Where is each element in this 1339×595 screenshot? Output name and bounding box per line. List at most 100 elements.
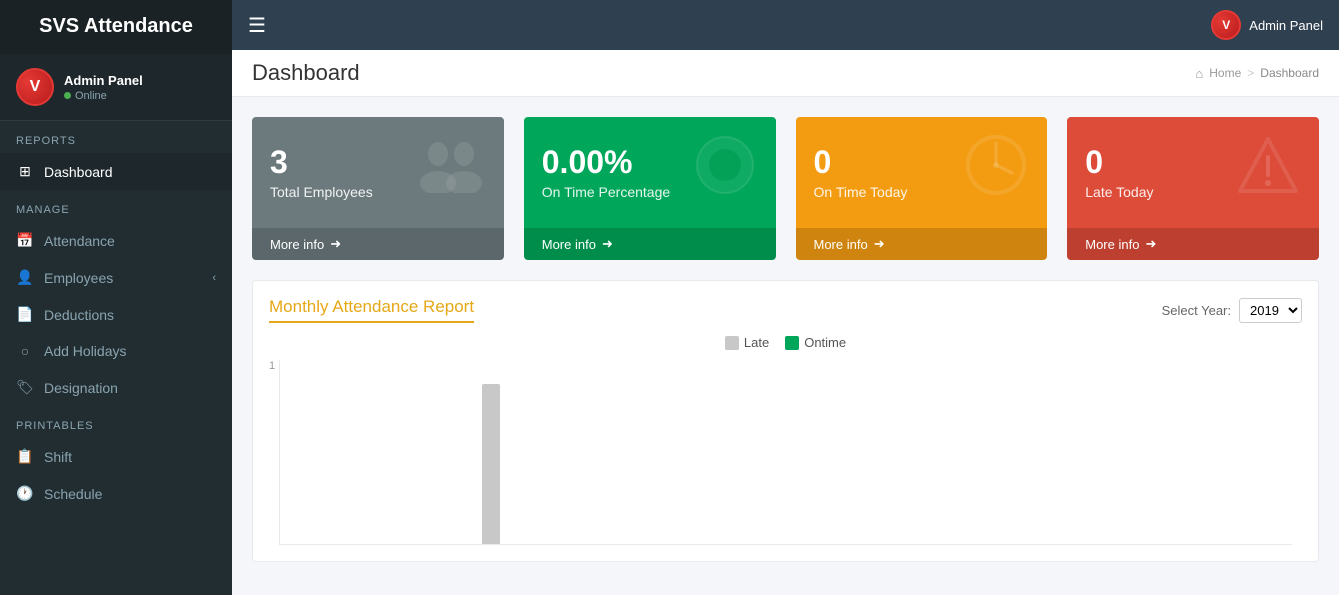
sidebar-item-attendance[interactable]: 📅 Attendance	[0, 222, 232, 259]
chart-bar-group	[1039, 360, 1123, 544]
warning-icon	[1236, 133, 1301, 212]
legend-ontime-label: Ontime	[804, 335, 846, 350]
stats-row: 3 Total Employees More info ➜	[232, 97, 1339, 280]
chart-bar-group	[955, 360, 1039, 544]
legend-late-dot	[725, 336, 739, 350]
legend-ontime-dot	[785, 336, 799, 350]
user-name: Admin Panel	[64, 73, 143, 88]
sidebar-item-employees[interactable]: 👤 Employees ‹	[0, 259, 232, 296]
breadcrumb: ⌂ Home > Dashboard	[1195, 66, 1319, 81]
topbar-avatar: V	[1211, 10, 1241, 40]
topbar-admin-label: Admin Panel	[1249, 18, 1323, 33]
stat-card-on-time-pct: 0.00% On Time Percentage More info ➜	[524, 117, 776, 260]
chart-bar-group	[1208, 360, 1292, 544]
attendance-icon: 📅	[16, 232, 34, 249]
dashboard-icon: ⊞	[16, 163, 34, 180]
late-today-footer[interactable]: More info ➜	[1067, 228, 1319, 260]
sidebar-user: V Admin Panel Online	[0, 54, 232, 121]
breadcrumb-home[interactable]: Home	[1209, 66, 1241, 80]
sidebar-item-deductions[interactable]: 📄 Deductions	[0, 296, 232, 333]
chart-bars	[279, 360, 1292, 545]
chart-legend: Late Ontime	[269, 335, 1302, 350]
avatar: V	[16, 68, 54, 106]
select-year-label: Select Year:	[1162, 303, 1231, 318]
chart-bar-group	[364, 360, 448, 544]
stat-card-body: 0 On Time Today	[796, 117, 1048, 228]
stat-card-text: 0.00% On Time Percentage	[542, 145, 670, 200]
breadcrumb-separator: >	[1247, 66, 1254, 80]
stat-card-text: 0 Late Today	[1085, 145, 1153, 200]
topbar: ☰ V Admin Panel	[232, 0, 1339, 50]
stat-card-on-time-today: 0 On Time Today More info ➜	[796, 117, 1048, 260]
on-time-pct-label: On Time Percentage	[542, 184, 670, 200]
topbar-right: V Admin Panel	[1211, 10, 1323, 40]
chart-bar-group	[617, 360, 701, 544]
chart-bar-group	[449, 360, 533, 544]
main-content: ☰ V Admin Panel Dashboard ⌂ Home > Dashb…	[232, 0, 1339, 595]
chevron-right-icon: ‹	[212, 272, 216, 284]
holidays-icon: ○	[16, 343, 34, 359]
stat-card-text: 0 On Time Today	[814, 145, 908, 200]
employees-stat-icon	[416, 138, 486, 207]
user-info: Admin Panel Online	[64, 73, 143, 102]
stat-card-body: 3 Total Employees	[252, 117, 504, 228]
sidebar-item-dashboard[interactable]: ⊞ Dashboard	[0, 153, 232, 190]
section-label-manage: MANAGE	[0, 190, 232, 222]
home-icon: ⌂	[1195, 66, 1203, 81]
chart-controls: Select Year: 2019 2018 2017 2020	[1162, 298, 1302, 323]
sidebar-item-add-holidays[interactable]: ○ Add Holidays	[0, 333, 232, 369]
content-area: Dashboard ⌂ Home > Dashboard 3 Total Emp…	[232, 50, 1339, 595]
arrow-right-icon: ➜	[602, 236, 613, 252]
total-employees-footer[interactable]: More info ➜	[252, 228, 504, 260]
chart-header: Monthly Attendance Report Select Year: 2…	[269, 297, 1302, 323]
stat-card-total-employees: 3 Total Employees More info ➜	[252, 117, 504, 260]
stat-card-body: 0.00% On Time Percentage	[524, 117, 776, 228]
sidebar-item-shift[interactable]: 📋 Shift	[0, 438, 232, 475]
chart-y-label: 1	[269, 360, 275, 372]
on-time-today-label: On Time Today	[814, 184, 908, 200]
page-title: Dashboard	[252, 60, 360, 86]
shift-icon: 📋	[16, 448, 34, 465]
arrow-right-icon: ➜	[1145, 236, 1156, 252]
designation-icon: 🏷	[16, 379, 34, 396]
status-online-dot	[64, 92, 71, 99]
total-employees-label: Total Employees	[270, 184, 373, 200]
sidebar-item-schedule[interactable]: 🕐 Schedule	[0, 475, 232, 512]
sidebar-item-designation[interactable]: 🏷 Designation	[0, 369, 232, 406]
on-time-pct-value: 0.00%	[542, 145, 670, 180]
legend-ontime: Ontime	[785, 335, 846, 350]
on-time-pct-footer[interactable]: More info ➜	[524, 228, 776, 260]
employees-icon: 👤	[16, 269, 34, 286]
breadcrumb-current: Dashboard	[1260, 66, 1319, 80]
clock-icon	[964, 133, 1029, 212]
late-today-label: Late Today	[1085, 184, 1153, 200]
legend-late-label: Late	[744, 335, 769, 350]
sidebar: SVS Attendance V Admin Panel Online REPO…	[0, 0, 232, 595]
late-today-value: 0	[1085, 145, 1153, 180]
section-label-printables: PRINTABLES	[0, 406, 232, 438]
chart-section: Monthly Attendance Report Select Year: 2…	[252, 280, 1319, 562]
chart-bar-group	[1123, 360, 1207, 544]
topbar-left: ☰	[248, 13, 266, 38]
arrow-right-icon: ➜	[330, 236, 341, 252]
stat-card-body: 0 Late Today	[1067, 117, 1319, 228]
arrow-right-icon: ➜	[874, 236, 885, 252]
chart-bar-late	[482, 384, 500, 544]
page-header: Dashboard ⌂ Home > Dashboard	[232, 50, 1339, 97]
chart-bar-group	[280, 360, 364, 544]
section-label-reports: REPORTS	[0, 121, 232, 153]
schedule-icon: 🕐	[16, 485, 34, 502]
hamburger-icon[interactable]: ☰	[248, 13, 266, 38]
chart-bar-group	[870, 360, 954, 544]
chart-area: 1	[269, 360, 1302, 545]
total-employees-value: 3	[270, 145, 373, 180]
on-time-today-footer[interactable]: More info ➜	[796, 228, 1048, 260]
year-select[interactable]: 2019 2018 2017 2020	[1239, 298, 1302, 323]
brand-title: SVS Attendance	[0, 0, 232, 54]
legend-late: Late	[725, 335, 769, 350]
pie-chart-icon	[693, 133, 758, 212]
user-status: Online	[64, 90, 143, 102]
chart-bar-group	[702, 360, 786, 544]
on-time-today-value: 0	[814, 145, 908, 180]
chart-bar-group	[533, 360, 617, 544]
